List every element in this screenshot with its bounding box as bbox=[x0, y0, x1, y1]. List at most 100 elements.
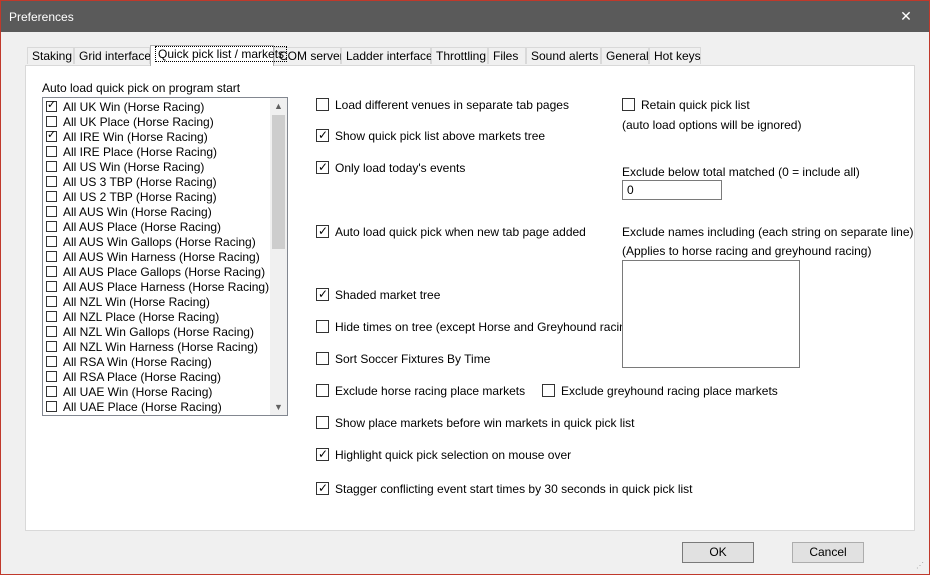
checkbox[interactable] bbox=[316, 352, 329, 365]
list-item-checkbox[interactable] bbox=[46, 206, 57, 217]
list-item-label: All AUS Place (Horse Racing) bbox=[63, 220, 222, 234]
list-item-checkbox[interactable] bbox=[46, 401, 57, 412]
list-item-checkbox[interactable] bbox=[46, 371, 57, 382]
tab-general[interactable]: General bbox=[601, 47, 649, 64]
list-item[interactable]: All AUS Win Gallops (Horse Racing) bbox=[45, 235, 269, 250]
list-item[interactable]: All RSA Win (Horse Racing) bbox=[45, 355, 269, 370]
list-item-label: All US Win (Horse Racing) bbox=[63, 160, 205, 174]
checkbox[interactable] bbox=[316, 287, 329, 301]
list-item[interactable]: All IRE Place (Horse Racing) bbox=[45, 145, 269, 160]
tab-staking[interactable]: Staking bbox=[27, 47, 74, 64]
cancel-button[interactable]: Cancel bbox=[792, 542, 864, 563]
list-item-checkbox[interactable] bbox=[46, 99, 57, 112]
checkbox[interactable] bbox=[316, 481, 329, 495]
list-item-label: All NZL Place (Horse Racing) bbox=[63, 310, 220, 324]
list-item-label: All AUS Win Harness (Horse Racing) bbox=[63, 250, 260, 264]
list-item-checkbox[interactable] bbox=[46, 386, 57, 397]
list-item-checkbox[interactable] bbox=[46, 129, 57, 142]
checkbox[interactable] bbox=[542, 384, 555, 397]
list-item-checkbox[interactable] bbox=[46, 176, 57, 187]
list-item-label: All IRE Win (Horse Racing) bbox=[63, 130, 208, 144]
list-item[interactable]: All UAE Win (Horse Racing) bbox=[45, 385, 269, 400]
list-item-checkbox[interactable] bbox=[46, 191, 57, 202]
ok-button[interactable]: OK bbox=[682, 542, 754, 563]
list-item-label: All AUS Win (Horse Racing) bbox=[63, 205, 212, 219]
list-item[interactable]: All AUS Win (Horse Racing) bbox=[45, 205, 269, 220]
list-item-label: All UK Win (Horse Racing) bbox=[63, 100, 205, 114]
scroll-thumb[interactable] bbox=[272, 115, 285, 249]
list-item[interactable]: All AUS Place (Horse Racing) bbox=[45, 220, 269, 235]
list-item-label: All AUS Place Gallops (Horse Racing) bbox=[63, 265, 266, 279]
list-item[interactable]: All IRE Win (Horse Racing) bbox=[45, 129, 269, 145]
list-item-label: All US 2 TBP (Horse Racing) bbox=[63, 190, 217, 204]
checkbox[interactable] bbox=[316, 128, 329, 142]
list-item[interactable]: All US 2 TBP (Horse Racing) bbox=[45, 190, 269, 205]
scroll-down-icon[interactable]: ▼ bbox=[270, 399, 287, 415]
list-item[interactable]: All UK Place (Horse Racing) bbox=[45, 115, 269, 130]
list-item-checkbox[interactable] bbox=[46, 356, 57, 367]
list-item-checkbox[interactable] bbox=[46, 251, 57, 262]
tab-grid-interface[interactable]: Grid interface bbox=[74, 47, 151, 64]
checkbox[interactable] bbox=[316, 416, 329, 429]
list-item-label: All UAE Win (Horse Racing) bbox=[63, 385, 213, 399]
retain-note: (auto load options will be ignored) bbox=[622, 118, 802, 132]
list-item-label: All UAE Place (Horse Racing) bbox=[63, 400, 222, 414]
list-item-label: All NZL Win (Horse Racing) bbox=[63, 295, 210, 309]
exclude-names-note: (Applies to horse racing and greyhound r… bbox=[622, 244, 872, 258]
tab-sound-alerts[interactable]: Sound alerts bbox=[526, 47, 601, 64]
preferences-window: Preferences ✕ Staking Grid interface Qui… bbox=[0, 0, 930, 575]
list-item-label: All UK Place (Horse Racing) bbox=[63, 115, 214, 129]
list-item-label: All US 3 TBP (Horse Racing) bbox=[63, 175, 217, 189]
list-item-checkbox[interactable] bbox=[46, 146, 57, 157]
checkbox[interactable] bbox=[622, 98, 635, 111]
list-item[interactable]: All NZL Win Harness (Horse Racing) bbox=[45, 340, 269, 355]
list-item-checkbox[interactable] bbox=[46, 296, 57, 307]
tab-files[interactable]: Files bbox=[488, 47, 526, 64]
tab-quick-pick-list-markets[interactable]: Quick pick list / markets bbox=[150, 45, 288, 66]
list-item-checkbox[interactable] bbox=[46, 341, 57, 352]
list-item-checkbox[interactable] bbox=[46, 236, 57, 247]
list-item[interactable]: All NZL Win Gallops (Horse Racing) bbox=[45, 325, 269, 340]
list-item-label: All RSA Place (Horse Racing) bbox=[63, 370, 222, 384]
checkbox[interactable] bbox=[316, 384, 329, 397]
list-item[interactable]: All AUS Win Harness (Horse Racing) bbox=[45, 250, 269, 265]
list-item[interactable]: All NZL Win (Horse Racing) bbox=[45, 295, 269, 310]
list-item-label: All RSA Win (Horse Racing) bbox=[63, 355, 212, 369]
checkbox[interactable] bbox=[316, 320, 329, 333]
list-item-label: All NZL Win Harness (Horse Racing) bbox=[63, 340, 258, 354]
list-item[interactable]: All RSA Place (Horse Racing) bbox=[45, 370, 269, 385]
list-item[interactable]: All UAE Place (Horse Racing) bbox=[45, 400, 269, 415]
list-item[interactable]: All US Win (Horse Racing) bbox=[45, 160, 269, 175]
resize-grip-icon[interactable]: ⋰ bbox=[916, 561, 926, 571]
exclude-matched-input[interactable] bbox=[622, 180, 722, 200]
exclude-names-textarea[interactable] bbox=[622, 260, 800, 368]
checkbox[interactable] bbox=[316, 160, 329, 174]
list-item-checkbox[interactable] bbox=[46, 266, 57, 277]
autoload-listbox[interactable]: All UK Win (Horse Racing)All UK Place (H… bbox=[42, 97, 288, 416]
list-item-checkbox[interactable] bbox=[46, 221, 57, 232]
list-item-checkbox[interactable] bbox=[46, 326, 57, 337]
listbox-scrollbar[interactable]: ▲ ▼ bbox=[270, 98, 287, 415]
checkbox[interactable] bbox=[316, 224, 329, 238]
tab-ladder-interface[interactable]: Ladder interface bbox=[341, 47, 433, 64]
tab-hot-keys[interactable]: Hot keys bbox=[649, 47, 701, 64]
checkbox[interactable] bbox=[316, 98, 329, 111]
list-item[interactable]: All AUS Place Gallops (Horse Racing) bbox=[45, 265, 269, 280]
exclude-names-label: Exclude names including (each string on … bbox=[622, 225, 914, 239]
list-item[interactable]: All AUS Place Harness (Horse Racing) bbox=[45, 280, 269, 295]
list-item-checkbox[interactable] bbox=[46, 281, 57, 292]
list-item[interactable]: All NZL Place (Horse Racing) bbox=[45, 310, 269, 325]
list-item[interactable]: All US 3 TBP (Horse Racing) bbox=[45, 175, 269, 190]
quick-pick-panel: Auto load quick pick on program start Al… bbox=[25, 65, 915, 531]
exclude-matched-label: Exclude below total matched (0 = include… bbox=[622, 165, 860, 179]
list-item-label: All AUS Place Harness (Horse Racing) bbox=[63, 280, 270, 294]
list-item[interactable]: All UK Win (Horse Racing) bbox=[45, 99, 269, 115]
list-item-checkbox[interactable] bbox=[46, 311, 57, 322]
scroll-up-icon[interactable]: ▲ bbox=[270, 98, 287, 114]
checkbox[interactable] bbox=[316, 447, 329, 461]
list-item-checkbox[interactable] bbox=[46, 161, 57, 172]
tab-throttling[interactable]: Throttling bbox=[431, 47, 488, 64]
list-item-checkbox[interactable] bbox=[46, 116, 57, 127]
list-item-label: All IRE Place (Horse Racing) bbox=[63, 145, 218, 159]
close-icon[interactable]: ✕ bbox=[883, 1, 929, 32]
